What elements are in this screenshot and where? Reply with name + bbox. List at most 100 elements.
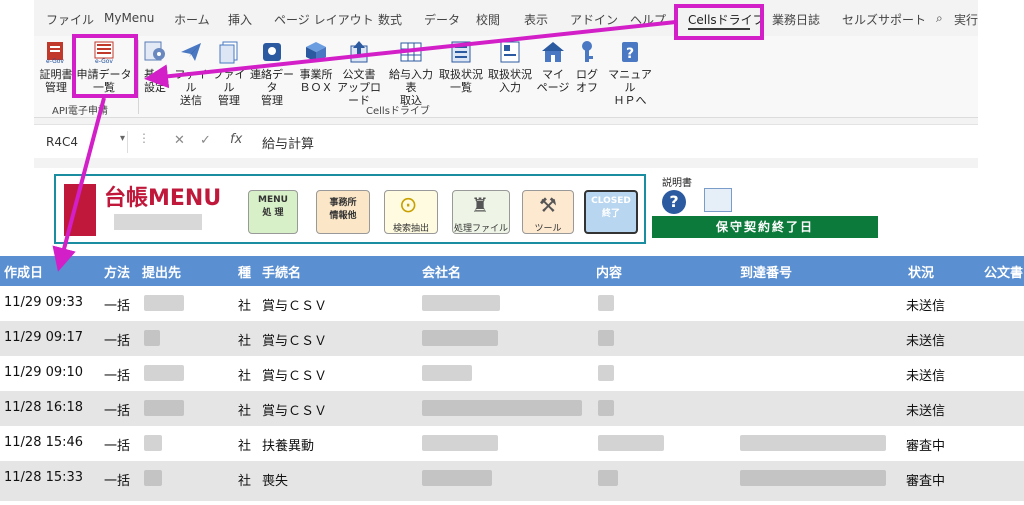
redacted-text — [144, 295, 184, 311]
name-box[interactable]: R4C4 — [40, 131, 128, 153]
paper-plane-icon — [179, 40, 203, 64]
tab-work-diary[interactable]: 業務日誌 — [772, 11, 820, 28]
ledger-menu-title: 台帳MENU — [104, 186, 222, 211]
chevron-down-icon[interactable]: ▾ — [120, 133, 125, 144]
cancel-icon[interactable]: ✕ — [174, 133, 185, 148]
cell-method: 一括 — [104, 369, 131, 384]
cell-status: 未送信 — [906, 404, 946, 419]
my-page-button[interactable]: マイ ページ — [536, 40, 570, 94]
manual-hp-button[interactable]: ? マニュアル ＨＰへ — [604, 40, 656, 107]
help-icon[interactable]: ? — [662, 190, 686, 214]
header-arrival-number[interactable]: 到達番号 — [740, 262, 792, 281]
tab-cells-support[interactable]: セルズサポート — [842, 11, 926, 28]
redacted-text — [144, 330, 160, 346]
cell-date: 11/29 09:17 — [4, 330, 84, 345]
cell-status: 未送信 — [906, 334, 946, 349]
redacted-text — [422, 435, 498, 451]
file-manage-button[interactable]: ファイル 管理 — [210, 40, 248, 107]
table-header: 作成日 方法 提出先 種 手続名 会社名 内容 到達番号 状況 公文書 — [0, 256, 1024, 286]
closed-exit-button[interactable]: CLOSED 終了 — [584, 190, 638, 234]
salary-input-import-button[interactable]: 給与入力表 取込 — [384, 40, 438, 107]
table-row[interactable]: 11/28 15:46 一括 社 扶養異動 審査中 — [0, 426, 1024, 461]
tab-execute[interactable]: 実行 — [954, 11, 978, 28]
upload-icon — [347, 40, 371, 64]
files-icon — [217, 40, 241, 64]
contact-data-manage-button[interactable]: 連絡データ 管理 — [246, 40, 298, 107]
cell-type: 社 — [238, 439, 252, 454]
cell-type: 社 — [238, 299, 252, 314]
redacted-text — [598, 365, 614, 381]
cell-status: 未送信 — [906, 299, 946, 314]
cell-method: 一括 — [104, 474, 131, 489]
cell-status: 審査中 — [906, 474, 946, 489]
handling-status-input-button[interactable]: 取扱状況 入力 — [486, 40, 534, 94]
contact-icon — [260, 40, 284, 64]
tab-view[interactable]: 表示 — [524, 11, 548, 28]
cell-procedure: 喪失 — [262, 474, 289, 489]
calendar-icon[interactable] — [704, 188, 732, 212]
tab-formulas[interactable]: 数式 — [378, 11, 402, 28]
cell-type: 社 — [238, 404, 252, 419]
table-row[interactable]: 11/29 09:33 一括 社 賞与ＣＳＶ 未送信 — [0, 286, 1024, 321]
cell-type: 社 — [238, 369, 252, 384]
redacted-text — [422, 365, 472, 381]
header-method[interactable]: 方法 — [104, 262, 130, 281]
process-file-button[interactable]: ♜ 処理ファイル — [452, 190, 510, 234]
confirm-icon[interactable]: ✓ — [200, 133, 211, 148]
tab-mymenu[interactable]: MyMenu — [104, 11, 154, 25]
office-info-button[interactable]: 事務所 情報他 — [316, 190, 370, 234]
ribbon-panel: e-Gov 証明書 管理 e-Gov 申請データ 一覧 API電子申請 基本 設… — [34, 36, 978, 118]
cell-date: 11/28 16:18 — [4, 400, 84, 415]
tab-home[interactable]: ホーム — [174, 11, 210, 28]
tab-addin[interactable]: アドイン — [570, 11, 618, 28]
header-procedure[interactable]: 手続名 — [262, 262, 301, 281]
svg-text:e-Gov: e-Gov — [46, 58, 64, 64]
basic-settings-button[interactable]: 基本 設定 — [140, 40, 170, 94]
table-row[interactable]: 11/29 09:17 一括 社 賞与ＣＳＶ 未送信 — [0, 321, 1024, 356]
cell-method: 一括 — [104, 439, 131, 454]
header-company[interactable]: 会社名 — [422, 262, 461, 281]
formula-content[interactable]: 給与計算 — [262, 133, 314, 152]
list-icon: e-Gov — [92, 40, 116, 65]
header-status[interactable]: 状況 — [908, 262, 934, 281]
function-icon[interactable]: fx — [230, 132, 242, 147]
magnifier-icon: ⊙ — [399, 193, 418, 218]
tab-help[interactable]: ヘルプ — [630, 11, 666, 28]
application-data-list-button[interactable]: e-Gov 申請データ 一覧 — [76, 40, 132, 94]
status-input-icon — [498, 40, 522, 64]
tab-review[interactable]: 校閲 — [476, 11, 500, 28]
menu-process-button[interactable]: MENU 処 理 — [248, 190, 298, 234]
certificate-manage-button[interactable]: e-Gov 証明書 管理 — [38, 40, 74, 94]
header-type[interactable]: 種 — [238, 262, 251, 281]
table-icon — [399, 40, 423, 64]
cell-method: 一括 — [104, 334, 131, 349]
tab-insert[interactable]: 挿入 — [228, 11, 252, 28]
handling-status-list-button[interactable]: 取扱状況 一覧 — [438, 40, 484, 94]
cell-type: 社 — [238, 334, 252, 349]
official-doc-upload-button[interactable]: 公文書 アップロード — [332, 40, 386, 107]
group-separator — [138, 40, 139, 114]
table-row[interactable]: 11/28 16:18 一括 社 賞与ＣＳＶ 未送信 — [0, 391, 1024, 426]
search-extract-button[interactable]: ⊙ 検索抽出 — [384, 190, 438, 234]
header-created-date[interactable]: 作成日 — [4, 262, 43, 281]
office-box-button[interactable]: 事業所 ＢＯＸ — [298, 40, 334, 94]
header-official-doc[interactable]: 公文書 — [984, 262, 1023, 281]
file-send-button[interactable]: ファイル 送信 — [172, 40, 210, 107]
logoff-button[interactable]: ログ オフ — [572, 40, 602, 94]
tab-data[interactable]: データ — [424, 11, 460, 28]
tab-page-layout[interactable]: ページ レイアウト — [274, 11, 374, 28]
person-file-icon: ♜ — [471, 193, 489, 217]
redacted-text — [144, 400, 184, 416]
redacted-text — [740, 470, 886, 486]
search-icon[interactable]: ⌕ — [936, 11, 943, 26]
table-row[interactable]: 11/28 15:33 一括 社 喪失 審査中 — [0, 461, 1024, 501]
header-destination[interactable]: 提出先 — [142, 262, 181, 281]
excel-window: ファイル MyMenu ホーム 挿入 ページ レイアウト 数式 データ 校閲 表… — [34, 0, 978, 168]
cell-procedure: 賞与ＣＳＶ — [262, 334, 328, 349]
certificate-icon: e-Gov — [44, 40, 68, 65]
table-row[interactable]: 11/29 09:10 一括 社 賞与ＣＳＶ 未送信 — [0, 356, 1024, 391]
header-content[interactable]: 内容 — [596, 262, 622, 281]
tool-button[interactable]: ⚒ ツール — [522, 190, 574, 234]
tab-file[interactable]: ファイル — [46, 11, 94, 28]
tab-cells-drive[interactable]: Cellsドライブ — [688, 11, 765, 28]
